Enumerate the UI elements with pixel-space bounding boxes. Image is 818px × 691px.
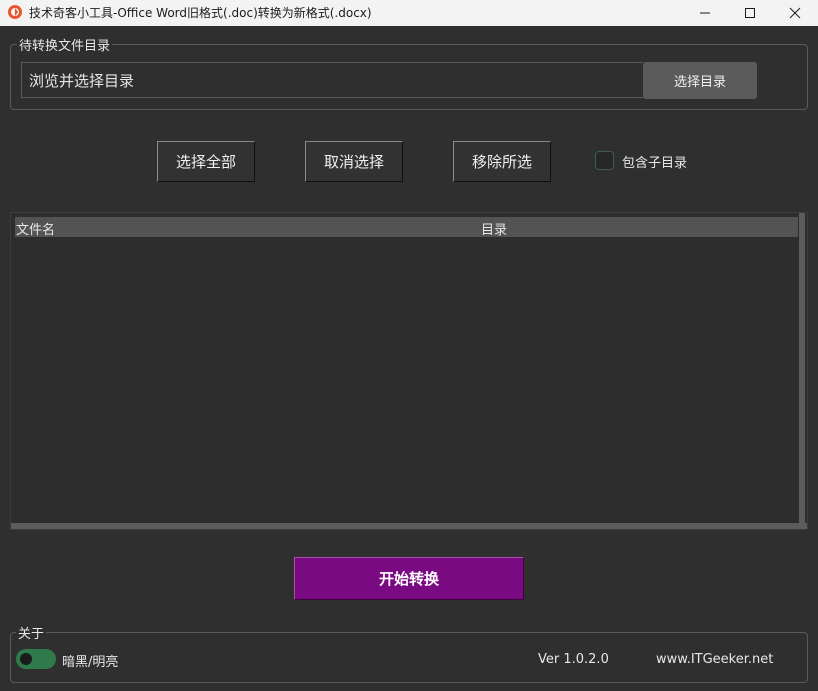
- vertical-scrollbar[interactable]: [799, 213, 805, 523]
- maximize-icon: [744, 7, 756, 19]
- maximize-button[interactable]: [727, 0, 773, 26]
- column-header-directory[interactable]: 目录: [481, 219, 507, 238]
- minimize-icon: [699, 7, 711, 19]
- close-button[interactable]: [772, 0, 818, 26]
- include-subdirs-checkbox[interactable]: [595, 151, 614, 170]
- include-subdirs-label: 包含子目录: [622, 156, 688, 171]
- horizontal-scrollbar[interactable]: [11, 523, 807, 529]
- directory-group-title: 待转换文件目录: [17, 35, 113, 54]
- theme-toggle-label: 暗黑/明亮: [62, 655, 119, 670]
- title-bar: 技术奇客小工具-Office Word旧格式(.doc)转换为新格式(.docx…: [0, 0, 818, 26]
- column-header-filename[interactable]: 文件名: [16, 219, 55, 238]
- toggle-knob: [20, 653, 32, 665]
- directory-path-input[interactable]: 浏览并选择目录: [21, 62, 643, 98]
- window-title: 技术奇客小工具-Office Word旧格式(.doc)转换为新格式(.docx…: [29, 6, 372, 20]
- app-logo-icon: [7, 4, 23, 20]
- about-group-title: 关于: [16, 623, 47, 642]
- start-convert-button[interactable]: 开始转换: [294, 557, 524, 600]
- remove-selected-button[interactable]: 移除所选: [453, 141, 551, 182]
- theme-toggle[interactable]: [16, 649, 56, 669]
- browse-directory-button[interactable]: 选择目录: [643, 62, 757, 99]
- select-all-button[interactable]: 选择全部: [157, 141, 255, 182]
- website-link[interactable]: www.ITGeeker.net: [656, 652, 773, 667]
- close-icon: [789, 7, 801, 19]
- minimize-button[interactable]: [682, 0, 728, 26]
- file-table[interactable]: 文件名 目录: [10, 212, 808, 530]
- deselect-button[interactable]: 取消选择: [305, 141, 403, 182]
- version-text: Ver 1.0.2.0: [538, 652, 609, 667]
- table-header: 文件名 目录: [15, 217, 798, 238]
